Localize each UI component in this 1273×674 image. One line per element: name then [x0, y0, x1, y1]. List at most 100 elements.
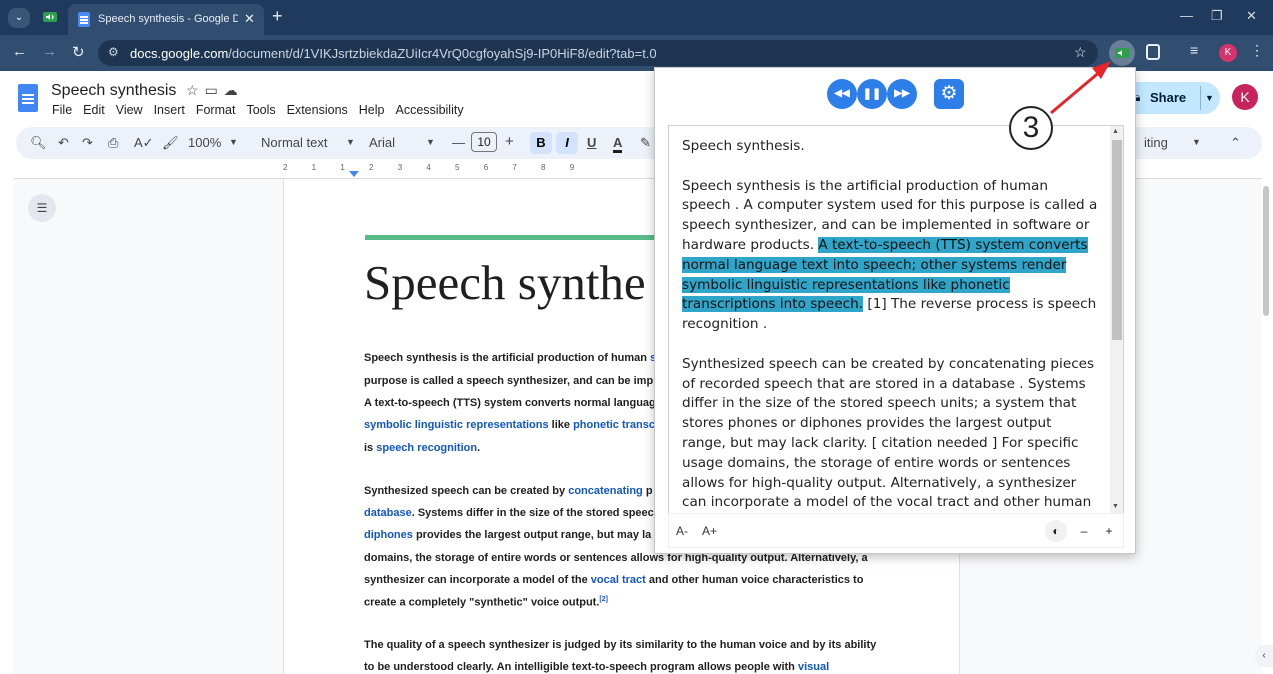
reader-footer: A- A+ ◐ – + — [668, 513, 1124, 548]
cloud-status-icon[interactable]: ☁ — [224, 82, 244, 98]
dark-mode-icon[interactable]: ◐ — [1045, 520, 1067, 542]
paint-format-icon[interactable]: 🖌︎ — [162, 135, 179, 151]
document-title[interactable]: Speech synthesis — [51, 82, 176, 100]
media-control-icon[interactable]: ≡ — [1190, 42, 1198, 58]
doc-line[interactable]: A text-to-speech (TTS) system converts n… — [364, 397, 656, 409]
bold-button[interactable]: B — [530, 132, 552, 154]
active-tab[interactable]: Speech synthesis - Google Doc ✕ — [68, 4, 264, 35]
search-menus-icon[interactable]: 🔍︎ — [30, 135, 47, 151]
read-aloud-extension-button[interactable] — [1109, 40, 1135, 66]
url-text[interactable]: docs.google.com/document/d/1VIKJsrtzbiek… — [130, 46, 657, 61]
scroll-down-icon[interactable]: ▼ — [1112, 503, 1119, 510]
indent-marker-icon[interactable] — [349, 171, 359, 177]
reader-scroll-thumb[interactable] — [1112, 140, 1122, 340]
user-avatar[interactable]: K — [1232, 84, 1258, 110]
print-icon[interactable]: ⎙ — [108, 135, 118, 151]
browser-tab-bar: ⌄ Speech synthesis - Google Doc ✕ + — ❐ … — [0, 0, 1273, 35]
decrease-font-icon[interactable]: — — [452, 135, 465, 150]
side-panel-toggle-icon[interactable]: ‹ — [1255, 645, 1273, 667]
font-select[interactable]: Arial — [369, 135, 395, 150]
menu-tools[interactable]: Tools — [246, 103, 275, 117]
menu-view[interactable]: View — [116, 103, 143, 117]
docs-logo-icon[interactable] — [18, 84, 38, 112]
rewind-button[interactable]: ◀◀ — [827, 79, 857, 109]
forward-arrow-icon[interactable]: → — [42, 43, 57, 60]
doc-line[interactable]: The quality of a speech synthesizer is j… — [364, 639, 876, 651]
underline-button[interactable]: U — [587, 135, 596, 150]
zoom-select[interactable]: 100% — [188, 135, 221, 150]
page-heading[interactable]: Speech synthe — [364, 254, 646, 311]
settings-gear-icon[interactable]: ⚙ — [934, 79, 964, 109]
undo-icon[interactable]: ↶ — [58, 135, 69, 151]
menu-insert[interactable]: Insert — [154, 103, 185, 117]
menu-edit[interactable]: Edit — [83, 103, 105, 117]
share-dropdown-icon[interactable]: ▼ — [1200, 86, 1218, 110]
highlight-icon[interactable]: ✎ — [640, 135, 651, 151]
doc-line[interactable]: Speech synthesis is the artificial produ… — [364, 352, 656, 364]
text-color-button[interactable]: A — [613, 135, 623, 153]
ruler[interactable]: 2 1 1 2 3 4 5 6 7 8 9 — [283, 163, 663, 177]
speaker-extension-icon[interactable] — [42, 9, 58, 25]
read-aloud-popup: ◀◀ ❚❚ ▶▶ ⚙ Speech synthesis. Speech synt… — [654, 67, 1136, 554]
outline-list-icon[interactable]: ☰ — [28, 194, 56, 222]
step-number-badge: 3 — [1009, 106, 1053, 150]
menu-accessibility[interactable]: Accessibility — [396, 103, 464, 117]
close-icon[interactable]: ✕ — [244, 11, 255, 27]
chevron-down-icon[interactable]: ▼ — [426, 137, 435, 147]
restore-icon[interactable]: ❐ — [1211, 8, 1223, 24]
font-larger-button[interactable]: A+ — [702, 524, 717, 538]
window-close-icon[interactable]: ✕ — [1246, 8, 1257, 24]
move-folder-icon[interactable]: ▭ — [205, 82, 224, 98]
reader-pane[interactable]: Speech synthesis. Speech synthesis is th… — [668, 125, 1124, 513]
new-tab-button[interactable]: + — [272, 6, 283, 27]
font-smaller-button[interactable]: A- — [676, 524, 688, 538]
speed-minus-button[interactable]: – — [1073, 520, 1095, 542]
doc-line[interactable]: synthesizer can incorporate a model of t… — [364, 574, 863, 586]
menu-help[interactable]: Help — [359, 103, 385, 117]
extensions-puzzle-icon[interactable] — [1146, 44, 1160, 60]
editing-mode-select[interactable]: iting — [1144, 135, 1168, 150]
share-label: Share — [1150, 90, 1187, 105]
menu-extensions[interactable]: Extensions — [287, 103, 348, 117]
page-scrollbar[interactable] — [1263, 186, 1269, 316]
pause-button[interactable]: ❚❚ — [857, 79, 887, 109]
reader-paragraph: Synthesized speech can be created by con… — [682, 355, 1095, 511]
chevron-down-icon[interactable]: ▼ — [1192, 137, 1201, 147]
doc-line[interactable]: purpose is called a speech synthesizer, … — [364, 375, 653, 387]
scroll-up-icon[interactable]: ▲ — [1112, 128, 1119, 135]
bookmark-star-icon[interactable]: ☆ — [1074, 44, 1087, 61]
forward-button[interactable]: ▶▶ — [887, 79, 917, 109]
reload-icon[interactable]: ↻ — [72, 43, 85, 61]
doc-line[interactable]: create a completely "synthetic" voice ou… — [364, 596, 608, 609]
minimize-icon[interactable]: — — [1180, 8, 1193, 23]
browser-menu-icon[interactable]: ⋮ — [1250, 42, 1264, 59]
site-info-icon[interactable]: ⚙ — [108, 45, 119, 59]
menu-format[interactable]: Format — [196, 103, 236, 117]
chevron-down-icon[interactable]: ▼ — [229, 137, 238, 147]
style-select[interactable]: Normal text — [261, 135, 327, 150]
address-bar: ← → ↻ ⚙ docs.google.com/document/d/1VIKJ… — [0, 35, 1273, 71]
star-icon[interactable]: ☆ — [186, 82, 205, 98]
doc-line[interactable]: symbolic linguistic representations like… — [364, 419, 655, 431]
increase-font-icon[interactable]: + — [505, 133, 514, 150]
tab-title: Speech synthesis - Google Doc — [98, 13, 238, 25]
doc-line[interactable]: to be understood clearly. An intelligibl… — [364, 661, 829, 673]
doc-line[interactable]: database. Systems differ in the size of … — [364, 507, 654, 519]
spellcheck-icon[interactable]: A✓ — [134, 135, 154, 151]
chevron-down-icon[interactable]: ▼ — [346, 137, 355, 147]
doc-line[interactable]: diphones provides the largest output ran… — [364, 529, 651, 541]
menu-file[interactable]: File — [52, 103, 72, 117]
tab-search-button[interactable]: ⌄ — [8, 8, 30, 28]
italic-button[interactable]: I — [556, 132, 578, 154]
doc-line[interactable]: is speech recognition. — [364, 442, 480, 454]
menu-bar: File Edit View Insert Format Tools Exten… — [52, 103, 464, 117]
reader-text[interactable]: Speech synthesis. Speech synthesis is th… — [682, 137, 1098, 513]
collapse-menus-icon[interactable]: ⌃ — [1230, 135, 1241, 151]
speed-plus-button[interactable]: + — [1098, 520, 1120, 542]
url-omnibox[interactable]: ⚙ docs.google.com/document/d/1VIKJsrtzbi… — [98, 40, 1098, 66]
back-arrow-icon[interactable]: ← — [12, 43, 27, 60]
doc-line[interactable]: Synthesized speech can be created by con… — [364, 485, 653, 497]
redo-icon[interactable]: ↷ — [82, 135, 93, 151]
font-size-input[interactable]: 10 — [471, 132, 497, 152]
profile-avatar[interactable]: K — [1219, 44, 1237, 62]
